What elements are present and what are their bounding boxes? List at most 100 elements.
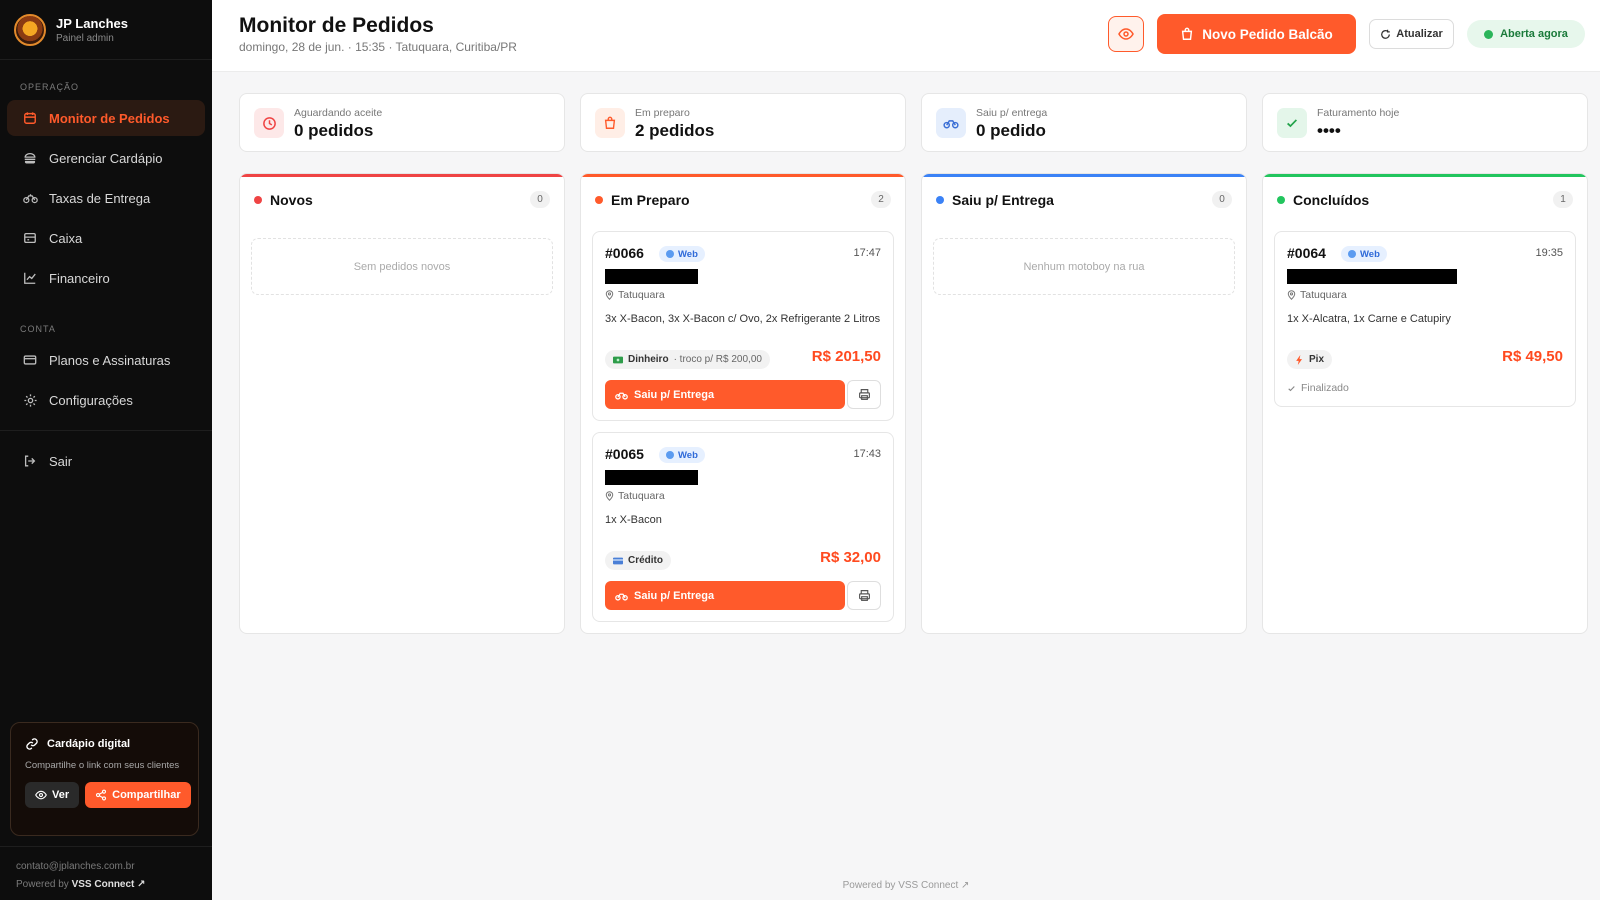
status-label: Aberta agora bbox=[1500, 28, 1568, 40]
powered-brand-link[interactable]: VSS Connect ↗ bbox=[72, 879, 146, 890]
payment-badge: Dinheiro · troco p/ R$ 200,00 bbox=[605, 350, 770, 369]
column-dot bbox=[254, 195, 262, 204]
new-order-label: Novo Pedido Balcão bbox=[1202, 26, 1333, 42]
payment-method: Dinheiro bbox=[628, 354, 669, 365]
revenue-hidden-value[interactable]: •••• bbox=[1317, 121, 1341, 141]
payment-method: Crédito bbox=[628, 555, 663, 566]
column-count-badge: 1 bbox=[1553, 191, 1573, 208]
promo-description: Compartilhe o link com seus clientes bbox=[25, 760, 180, 771]
location-label: Tatuquara bbox=[618, 289, 665, 301]
payment-badge: Pix bbox=[1287, 350, 1333, 369]
channel-badge: Web bbox=[1341, 246, 1387, 262]
redacted-customer-name bbox=[605, 470, 698, 485]
contact-email[interactable]: contato@jplanches.com.br bbox=[16, 861, 196, 872]
order-location: Tatuquara bbox=[605, 289, 665, 301]
stat-value: 0 pedido bbox=[976, 121, 1046, 140]
eye-icon bbox=[1118, 28, 1134, 40]
globe-icon bbox=[666, 250, 674, 258]
action-label: Saiu p/ Entrega bbox=[634, 589, 715, 602]
redacted-customer-name bbox=[605, 269, 698, 284]
sidebar-item-gerenciar-cardapio[interactable]: Gerenciar Cardápio bbox=[7, 140, 205, 176]
order-items: 1x X-Bacon bbox=[605, 514, 662, 526]
shopping-bag-icon bbox=[1182, 27, 1193, 40]
globe-icon bbox=[1348, 250, 1356, 258]
order-time: 17:47 bbox=[853, 247, 881, 259]
share-menu-button[interactable]: Compartilhar bbox=[85, 782, 191, 808]
sidebar-item-planos-e-assinaturas[interactable]: Planos e Assinaturas bbox=[7, 342, 205, 378]
column-dot bbox=[936, 195, 944, 204]
sidebar-item-label: Financeiro bbox=[49, 270, 110, 286]
column-title: Novos bbox=[270, 191, 313, 208]
stat-value: 2 pedidos bbox=[635, 121, 715, 140]
order-card-0066[interactable]: #0066 Web 17:47 Tatuquara 3x X-Bacon, 3x… bbox=[592, 231, 894, 421]
sidebar-item-financeiro[interactable]: Financeiro bbox=[7, 260, 205, 296]
card-icon bbox=[21, 351, 39, 369]
empty-state: Sem pedidos novos bbox=[251, 238, 553, 295]
main-footer-powered-by[interactable]: Powered by VSS Connect ↗ bbox=[212, 880, 1600, 891]
stat-label: Faturamento hoje bbox=[1317, 107, 1400, 119]
new-counter-order-button[interactable]: Novo Pedido Balcão bbox=[1157, 14, 1356, 54]
sidebar-item-caixa[interactable]: Caixa bbox=[7, 220, 205, 256]
refresh-button[interactable]: Atualizar bbox=[1369, 19, 1454, 49]
stat-card-awaiting: Aguardando aceite 0 pedidos bbox=[239, 93, 565, 152]
view-menu-button[interactable]: Ver bbox=[25, 782, 80, 808]
main-content: Monitor de Pedidos domingo, 28 de jun. ·… bbox=[212, 0, 1600, 900]
map-pin-icon bbox=[605, 290, 614, 300]
payment-method: Pix bbox=[1309, 354, 1325, 365]
print-button[interactable] bbox=[847, 581, 881, 610]
promo-title: Cardápio digital bbox=[47, 738, 131, 750]
order-card-0064[interactable]: #0064 Web 19:35 Tatuquara 1x X-Alcatra, … bbox=[1274, 231, 1576, 407]
page-title: Monitor de Pedidos bbox=[239, 14, 434, 37]
sidebar-item-sair[interactable]: Sair bbox=[7, 443, 205, 479]
redacted-customer-name bbox=[1287, 269, 1457, 284]
sidebar-item-monitor-de-pedidos[interactable]: Monitor de Pedidos bbox=[7, 100, 205, 136]
burger-icon bbox=[21, 149, 39, 167]
column-title: Em Preparo bbox=[611, 191, 690, 208]
pix-icon bbox=[1296, 354, 1302, 365]
share-menu-label: Compartilhar bbox=[112, 789, 181, 801]
top-bar: Monitor de Pedidos domingo, 28 de jun. ·… bbox=[212, 0, 1600, 72]
order-total: R$ 201,50 bbox=[811, 348, 881, 365]
order-location: Tatuquara bbox=[605, 490, 665, 502]
order-card-0065[interactable]: #0065 Web 17:43 Tatuquara 1x X-Bacon Cré… bbox=[592, 432, 894, 622]
stat-label: Aguardando aceite bbox=[294, 107, 383, 119]
sidebar-divider bbox=[0, 430, 212, 431]
clock-icon bbox=[254, 108, 284, 138]
action-label: Saiu p/ Entrega bbox=[634, 388, 715, 401]
column-accent-line bbox=[240, 174, 564, 177]
out-for-delivery-button[interactable]: Saiu p/ Entrega bbox=[605, 581, 845, 610]
bike-icon bbox=[21, 189, 39, 207]
location-label: Tatuquara bbox=[618, 490, 665, 502]
digital-menu-promo: Cardápio digital Compartilhe o link com … bbox=[10, 722, 199, 836]
stat-value: 0 pedidos bbox=[294, 121, 374, 140]
store-status-badge[interactable]: Aberta agora bbox=[1467, 20, 1585, 48]
preview-button[interactable] bbox=[1108, 16, 1144, 52]
sidebar-item-label: Gerenciar Cardápio bbox=[49, 150, 163, 166]
section-label-conta: CONTA bbox=[20, 324, 56, 334]
out-for-delivery-button[interactable]: Saiu p/ Entrega bbox=[605, 380, 845, 409]
channel-badge: Web bbox=[659, 447, 705, 463]
column-title: Concluídos bbox=[1293, 191, 1370, 208]
share-icon bbox=[96, 789, 107, 801]
column-count-badge: 2 bbox=[871, 191, 891, 208]
sidebar-item-configuracoes[interactable]: Configurações bbox=[7, 382, 205, 418]
brand-subtitle: Painel admin bbox=[56, 32, 114, 44]
column-count-badge: 0 bbox=[1212, 191, 1232, 208]
stat-label: Em preparo bbox=[635, 107, 690, 119]
brand-name: JP Lanches bbox=[56, 15, 129, 31]
link-icon bbox=[26, 738, 38, 750]
location-label: Tatuquara bbox=[1300, 289, 1347, 301]
sidebar-item-taxas-de-entrega[interactable]: Taxas de Entrega bbox=[7, 180, 205, 216]
column-count-badge: 0 bbox=[530, 191, 550, 208]
printer-icon bbox=[858, 389, 870, 400]
empty-state: Nenhum motoboy na rua bbox=[933, 238, 1235, 295]
order-id: #0065 bbox=[605, 446, 644, 462]
sidebar-footer: contato@jplanches.com.br Powered by VSS … bbox=[0, 846, 212, 897]
column-dot bbox=[1277, 195, 1285, 204]
powered-by: Powered by VSS Connect ↗ bbox=[16, 879, 196, 890]
refresh-label: Atualizar bbox=[1396, 28, 1443, 40]
powered-prefix: Powered by bbox=[16, 879, 69, 890]
eye-icon bbox=[35, 790, 47, 800]
print-button[interactable] bbox=[847, 380, 881, 409]
brand-logo bbox=[14, 13, 46, 46]
